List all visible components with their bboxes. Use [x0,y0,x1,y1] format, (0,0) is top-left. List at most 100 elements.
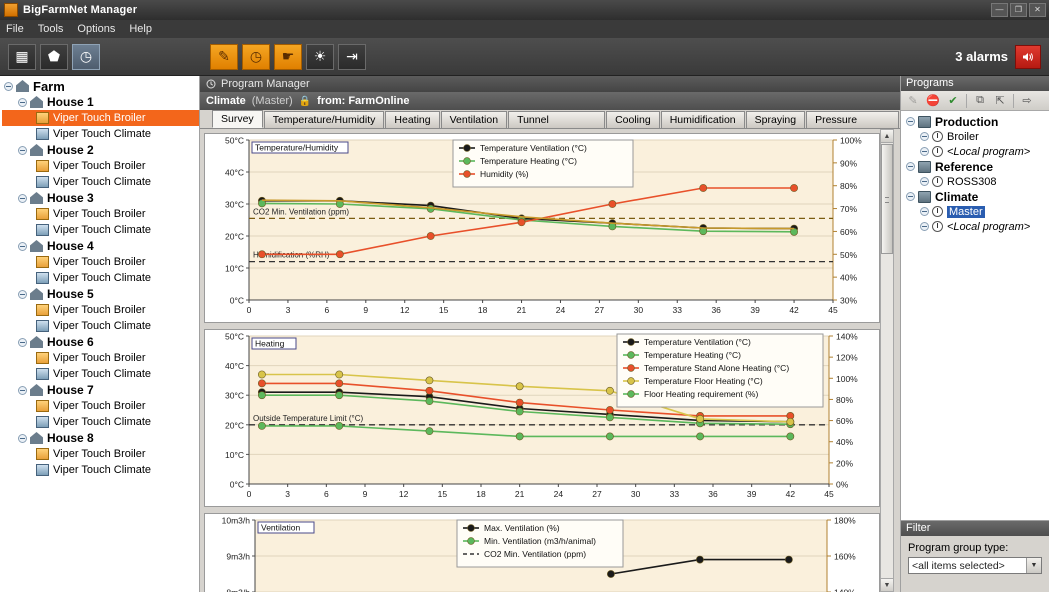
tree-item-broiler-2[interactable]: Viper Touch Broiler [2,158,199,174]
tree-item-climate-5[interactable]: Viper Touch Climate [2,318,199,334]
close-button[interactable]: ✕ [1029,3,1046,17]
tree-house-3[interactable]: House 3 [2,190,199,206]
program-group-type-select[interactable]: <all items selected> ▼ [908,557,1042,574]
tree-item-broiler-6[interactable]: Viper Touch Broiler [2,350,199,366]
tree-house-6[interactable]: House 6 [2,334,199,350]
tab-spraying[interactable]: Spraying [745,111,806,128]
expander-icon[interactable] [18,337,27,347]
program-item[interactable]: <Local program> [904,144,1049,159]
chart-data-point [515,407,524,416]
menu-item-options[interactable]: Options [77,23,115,35]
menu-item-help[interactable]: Help [129,23,152,35]
scroll-up-arrow-icon[interactable]: ▲ [881,130,893,143]
scroll-down-arrow-icon[interactable]: ▼ [881,578,893,591]
tab-temperature-humidity[interactable]: Temperature/Humidity [263,111,385,128]
expander-icon[interactable] [18,289,27,299]
grid-view-icon[interactable]: ▦ [8,43,36,70]
tree-house-7[interactable]: House 7 [2,382,199,398]
tree-house-4[interactable]: House 4 [2,238,199,254]
hand-pointer-icon[interactable]: ☛ [274,43,302,70]
history-clock-icon[interactable]: ◷ [242,43,270,70]
tree-item-broiler-8[interactable]: Viper Touch Broiler [2,446,199,462]
tree-item-climate-4[interactable]: Viper Touch Climate [2,270,199,286]
tree-house-2[interactable]: House 2 [2,142,199,158]
tab-tunnel-ventilation[interactable]: Tunnel Ventilation [508,111,606,142]
expander-icon[interactable] [920,207,929,216]
edit-pencil-icon[interactable]: ✎ [210,43,238,70]
paste-icon[interactable]: ⇱ [991,93,1009,109]
tree-house-1[interactable]: House 1 [2,94,199,110]
tree-item-broiler-4[interactable]: Viper Touch Broiler [2,254,199,270]
speaker-alarm-icon[interactable] [1015,44,1041,69]
chevron-down-icon[interactable]: ▼ [1026,558,1041,573]
svg-text:60%: 60% [836,416,853,426]
tree-house-8[interactable]: House 8 [2,430,199,446]
expander-icon[interactable] [920,177,929,186]
tree-item-climate-1[interactable]: Viper Touch Climate [2,126,199,142]
tree-item-broiler-5[interactable]: Viper Touch Broiler [2,302,199,318]
logout-icon[interactable]: ⇥ [338,43,366,70]
tree-item-climate-8[interactable]: Viper Touch Climate [2,462,199,478]
alarm-indicator[interactable]: 3 alarms [955,44,1041,69]
tree-item-climate-7[interactable]: Viper Touch Climate [2,414,199,430]
window-controls[interactable]: — ❐ ✕ [991,3,1049,17]
program-group-production[interactable]: Production [904,114,1049,129]
approve-icon[interactable]: ✔ [944,93,962,109]
lock-icon: 🔒 [298,95,312,107]
program-item[interactable]: <Local program> [904,219,1049,234]
svg-text:20%: 20% [836,458,853,468]
expander-icon[interactable] [18,145,27,155]
delete-icon[interactable]: ⛔ [924,93,942,109]
expander-icon[interactable] [18,433,27,443]
farm-view-icon[interactable]: ⬟ [40,43,68,70]
expander-icon[interactable] [18,241,27,251]
expander-icon[interactable] [920,222,929,231]
program-item[interactable]: Master [904,204,1049,219]
tree-item-label: Viper Touch Climate [53,224,152,236]
expander-icon[interactable] [906,192,915,201]
expander-icon[interactable] [906,117,915,126]
programs-toolbar[interactable]: ✎ ⛔ ✔ ⧉ ⇱ ⇨ [901,91,1049,111]
farm-tree-sidebar[interactable]: Farm House 1 Viper Touch Broiler Viper Tou… [0,76,200,592]
tree-item-climate-2[interactable]: Viper Touch Climate [2,174,199,190]
tab-pressure-control[interactable]: Pressure Control [806,111,899,142]
tab-cooling[interactable]: Cooling [606,111,660,128]
tab-survey[interactable]: Survey [212,110,263,128]
programs-tree[interactable]: Production Broiler <Local program> Referenc… [901,111,1049,520]
tab-ventilation[interactable]: Ventilation [440,111,508,128]
tree-item-broiler-1[interactable]: Viper Touch Broiler [2,110,199,126]
charts-scrollbar[interactable]: ▲ ▼ [880,129,894,592]
tree-house-5[interactable]: House 5 [2,286,199,302]
program-item[interactable]: ROSS308 [904,174,1049,189]
tab-humidification[interactable]: Humidification [660,111,745,128]
copy-icon[interactable]: ⧉ [971,93,989,109]
program-group-climate[interactable]: Climate [904,189,1049,204]
tab-bar[interactable]: Survey Temperature/Humidity Heating Ventila… [200,110,900,142]
expander-icon[interactable] [18,97,27,107]
svg-text:30: 30 [631,489,641,499]
tree-item-climate-3[interactable]: Viper Touch Climate [2,222,199,238]
expander-icon[interactable] [906,162,915,171]
menu-item-file[interactable]: File [6,23,24,35]
tab-heating[interactable]: Heating [385,111,440,128]
expander-icon[interactable] [18,385,27,395]
weather-icon[interactable]: ☀ [306,43,334,70]
chart-legend-label: Temperature Floor Heating (°C) [644,376,763,386]
minimize-button[interactable]: — [991,3,1008,17]
tree-item-climate-6[interactable]: Viper Touch Climate [2,366,199,382]
menu-item-tools[interactable]: Tools [38,23,64,35]
export-icon[interactable]: ⇨ [1018,93,1036,109]
tree-item-broiler-3[interactable]: Viper Touch Broiler [2,206,199,222]
expander-icon[interactable] [920,147,929,156]
expander-icon[interactable] [18,193,27,203]
tree-item-broiler-7[interactable]: Viper Touch Broiler [2,398,199,414]
expander-icon[interactable] [920,132,929,141]
clock-view-icon[interactable]: ◷ [72,43,100,70]
program-group-reference[interactable]: Reference [904,159,1049,174]
svg-text:15: 15 [439,305,449,315]
scrollbar-thumb[interactable] [881,144,893,254]
tree-root-farm[interactable]: Farm [2,78,199,94]
program-item[interactable]: Broiler [904,129,1049,144]
expander-icon[interactable] [4,81,13,91]
restore-button[interactable]: ❐ [1010,3,1027,17]
